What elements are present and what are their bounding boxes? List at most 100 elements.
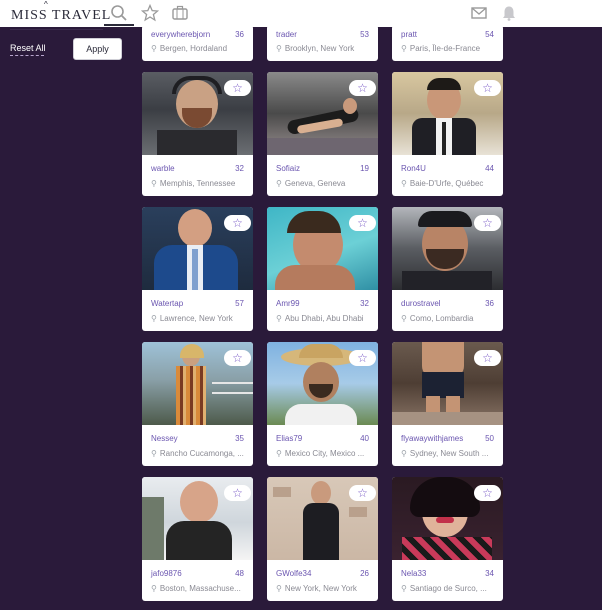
profile-username[interactable]: Amr99 <box>276 299 300 308</box>
favorite-star-icon[interactable]: ☆ <box>224 485 251 501</box>
favorite-star-icon[interactable]: ☆ <box>224 80 251 96</box>
profile-card[interactable]: ☆ Sofiaiz 19 ⚲ Geneva, Geneva <box>267 72 378 196</box>
location-pin-icon: ⚲ <box>151 44 157 53</box>
profile-location: ⚲ New York, New York <box>276 584 372 593</box>
favorite-star-icon[interactable]: ☆ <box>349 350 376 366</box>
profile-location: ⚲ Brooklyn, New York <box>276 44 372 53</box>
sidebar-divider <box>10 29 103 30</box>
profile-card[interactable]: trader 53 ⚲ Brooklyn, New York <box>267 25 378 61</box>
profile-age: 57 <box>235 299 244 308</box>
profile-username[interactable]: Ron4U <box>401 164 426 173</box>
profile-age: 50 <box>485 434 494 443</box>
favorite-star-icon[interactable]: ☆ <box>474 350 501 366</box>
profile-location: ⚲ Como, Lombardia <box>401 314 497 323</box>
location-text: Abu Dhabi, Abu Dhabi <box>284 314 364 323</box>
profile-location: ⚲ Santiago de Surco, ... <box>401 584 497 593</box>
profile-username[interactable]: everywherebjorn <box>151 30 210 39</box>
profile-card[interactable]: ☆ warble 32 ⚲ Memphis, Tennessee <box>142 72 253 196</box>
top-header: MISS TRAVEL ^ <box>0 0 602 27</box>
profile-card[interactable]: ☆ Elias79 40 ⚲ Mexico City, Mexico ... <box>267 342 378 466</box>
location-text: Santiago de Surco, ... <box>409 584 487 593</box>
favorite-star-icon[interactable]: ☆ <box>474 485 501 501</box>
location-pin-icon: ⚲ <box>276 584 282 593</box>
favorite-star-icon[interactable]: ☆ <box>349 80 376 96</box>
profile-card[interactable]: ☆ Watertap 57 ⚲ Lawrence, New York <box>142 207 253 331</box>
location-pin-icon: ⚲ <box>151 584 157 593</box>
location-text: Como, Lombardia <box>409 314 474 323</box>
location-text: Memphis, Tennessee <box>159 179 236 188</box>
location-text: Lawrence, New York <box>159 314 233 323</box>
profile-username[interactable]: Nela33 <box>401 569 426 578</box>
profile-username[interactable]: flyawaywithjames <box>401 434 463 443</box>
location-text: Mexico City, Mexico ... <box>284 449 365 458</box>
profile-location: ⚲ Baie-D'Urfe, Québec <box>401 179 497 188</box>
favorite-star-icon[interactable]: ☆ <box>224 350 251 366</box>
favorite-star-icon[interactable]: ☆ <box>224 215 251 231</box>
location-pin-icon: ⚲ <box>276 314 282 323</box>
location-text: Paris, Île-de-France <box>409 44 481 53</box>
location-text: Rancho Cucamonga, ... <box>159 449 244 458</box>
suitcase-icon[interactable] <box>171 4 189 22</box>
profile-card[interactable]: ☆ GWolfe34 26 ⚲ New York, New York <box>267 477 378 601</box>
profile-age: 34 <box>485 569 494 578</box>
profile-age: 35 <box>235 434 244 443</box>
profile-username[interactable]: Sofiaiz <box>276 164 300 173</box>
location-pin-icon: ⚲ <box>401 584 407 593</box>
profile-card[interactable]: ☆ Ron4U 44 ⚲ Baie-D'Urfe, Québec <box>392 72 503 196</box>
location-pin-icon: ⚲ <box>401 44 407 53</box>
favorite-star-icon[interactable]: ☆ <box>474 215 501 231</box>
profile-age: 44 <box>485 164 494 173</box>
favorite-star-icon[interactable]: ☆ <box>349 215 376 231</box>
location-pin-icon: ⚲ <box>276 179 282 188</box>
profile-username[interactable]: trader <box>276 30 297 39</box>
profile-location: ⚲ Boston, Massachuse... <box>151 584 247 593</box>
profile-location: ⚲ Rancho Cucamonga, ... <box>151 449 247 458</box>
notification-icon[interactable] <box>500 4 518 22</box>
profile-age: 40 <box>360 434 369 443</box>
location-pin-icon: ⚲ <box>276 449 282 458</box>
location-text: New York, New York <box>284 584 357 593</box>
profile-age: 19 <box>360 164 369 173</box>
location-pin-icon: ⚲ <box>276 44 282 53</box>
profile-card[interactable]: ☆ Amr99 32 ⚲ Abu Dhabi, Abu Dhabi <box>267 207 378 331</box>
logo-mark: ^ <box>44 0 48 9</box>
profile-username[interactable]: jafo9876 <box>151 569 182 578</box>
profile-username[interactable]: pratt <box>401 30 417 39</box>
location-pin-icon: ⚲ <box>401 179 407 188</box>
star-icon[interactable] <box>141 4 159 22</box>
profile-age: 48 <box>235 569 244 578</box>
profile-age: 32 <box>360 299 369 308</box>
reset-underline <box>10 55 44 56</box>
favorite-star-icon[interactable]: ☆ <box>349 485 376 501</box>
profile-age: 32 <box>235 164 244 173</box>
logo[interactable]: MISS TRAVEL <box>11 8 111 24</box>
profile-location: ⚲ Abu Dhabi, Abu Dhabi <box>276 314 372 323</box>
profile-username[interactable]: Watertap <box>151 299 183 308</box>
profile-location: ⚲ Bergen, Hordaland <box>151 44 247 53</box>
profile-age: 26 <box>360 569 369 578</box>
profile-username[interactable]: Elias79 <box>276 434 302 443</box>
profile-username[interactable]: warble <box>151 164 175 173</box>
apply-button[interactable]: Apply <box>73 38 122 60</box>
search-icon[interactable] <box>110 4 128 22</box>
profile-card[interactable]: everywherebjorn 36 ⚲ Bergen, Hordaland <box>142 25 253 61</box>
profile-username[interactable]: GWolfe34 <box>276 569 311 578</box>
profile-card[interactable]: ☆ jafo9876 48 ⚲ Boston, Massachuse... <box>142 477 253 601</box>
favorite-star-icon[interactable]: ☆ <box>474 80 501 96</box>
profile-card[interactable]: ☆ flyawaywithjames 50 ⚲ Sydney, New South… <box>392 342 503 466</box>
profile-card[interactable]: pratt 54 ⚲ Paris, Île-de-France <box>392 25 503 61</box>
location-text: Baie-D'Urfe, Québec <box>409 179 484 188</box>
reset-all-link[interactable]: Reset All <box>10 43 46 53</box>
profile-age: 54 <box>485 30 494 39</box>
profile-card[interactable]: ☆ durostravel 36 ⚲ Como, Lombardia <box>392 207 503 331</box>
profile-username[interactable]: durostravel <box>401 299 441 308</box>
profile-location: ⚲ Lawrence, New York <box>151 314 247 323</box>
profile-username[interactable]: Nessey <box>151 434 178 443</box>
profile-card[interactable]: ☆ Nessey 35 ⚲ Rancho Cucamonga, ... <box>142 342 253 466</box>
profile-card[interactable]: ☆ Nela33 34 ⚲ Santiago de Surco, ... <box>392 477 503 601</box>
location-pin-icon: ⚲ <box>401 449 407 458</box>
mail-icon[interactable] <box>470 4 488 22</box>
profile-location: ⚲ Geneva, Geneva <box>276 179 372 188</box>
location-pin-icon: ⚲ <box>151 314 157 323</box>
logo-underline <box>104 24 134 26</box>
